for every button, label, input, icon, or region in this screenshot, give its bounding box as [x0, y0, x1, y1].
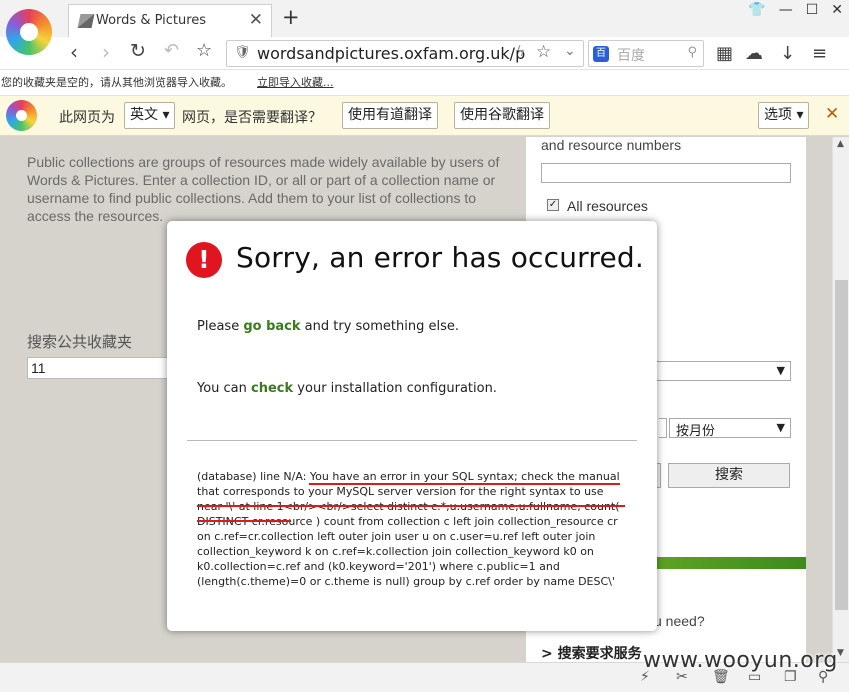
scroll-up-icon[interactable]: ▲: [837, 139, 844, 149]
favorite-star-icon[interactable]: ☆: [196, 40, 212, 61]
skin-icon[interactable]: 👕: [748, 2, 765, 18]
error-dialog: ! Sorry, an error has occurred. Please g…: [167, 221, 657, 631]
tab-title: Words & Pictures: [96, 13, 207, 28]
language-select[interactable]: 英文 ▾: [124, 102, 176, 129]
search-request-service-link[interactable]: > 搜索要求服务: [541, 643, 642, 662]
check-link[interactable]: check: [251, 381, 293, 396]
check-config-message: You can check your installation configur…: [197, 381, 497, 396]
browser-tab[interactable]: Words & Pictures ✕: [68, 4, 272, 37]
month-select[interactable]: 按月份 ▼: [669, 418, 791, 439]
annotation-underline: [197, 505, 625, 507]
all-resources-checkbox[interactable]: ✓: [547, 199, 559, 211]
bookmarks-bar: 您的收藏夹是空的，请从其他浏览器导入收藏。 立即导入收藏...: [0, 70, 849, 96]
chevron-down-icon: ▼: [776, 364, 785, 377]
go-back-link[interactable]: go back: [243, 319, 300, 334]
month-select-value: 按月份: [676, 424, 716, 439]
search-button[interactable]: 搜索: [668, 463, 790, 488]
search-box[interactable]: 百 百度 ⚲: [588, 40, 704, 67]
reload-icon[interactable]: ↻: [130, 40, 146, 62]
address-bar[interactable]: 🛡 wordsandpictures.oxfam.org.uk/p ϟ ☆ ⌄: [226, 40, 584, 67]
search-icon[interactable]: ⚲: [687, 45, 697, 60]
forward-icon[interactable]: ›: [102, 40, 110, 64]
collection-search-input[interactable]: 11: [27, 357, 172, 379]
year-select[interactable]: [659, 418, 667, 438]
youdao-translate-button[interactable]: 使用有道翻译: [342, 102, 438, 129]
watermark: www.wooyun.org: [643, 648, 838, 673]
close-window-icon[interactable]: ✕: [831, 2, 843, 18]
undo-close-icon[interactable]: ↶: [164, 40, 179, 61]
help-question-text: u need?: [654, 613, 705, 629]
annotation-underline: [309, 483, 620, 485]
cloud-icon[interactable]: ☁: [745, 43, 763, 64]
translate-prefix: 此网页为: [59, 110, 115, 126]
go-back-message: Please go back and try something else.: [197, 319, 459, 334]
resource-numbers-label: and resource numbers: [541, 137, 682, 153]
error-icon: !: [186, 242, 222, 278]
apps-grid-icon[interactable]: ▦: [716, 43, 733, 64]
new-tab-button[interactable]: +: [282, 5, 300, 29]
baidu-icon[interactable]: 百: [593, 46, 609, 62]
site-favicon-icon: [77, 14, 95, 28]
fast-mode-icon[interactable]: ϟ: [516, 44, 525, 60]
google-translate-button[interactable]: 使用谷歌翻译: [454, 102, 550, 129]
resource-number-input[interactable]: [541, 163, 791, 183]
chevron-down-icon: ▼: [776, 421, 785, 434]
intro-text: Public collections are groups of resourc…: [27, 154, 500, 224]
navigation-bar: ‹ › ↻ ↶ ☆ 🛡 wordsandpictures.oxfam.org.u…: [0, 37, 849, 70]
filter-select[interactable]: ▼: [656, 361, 791, 381]
download-icon[interactable]: ↓: [780, 43, 795, 64]
options-button[interactable]: 选项 ▾: [758, 102, 810, 129]
translate-bar: 此网页为 英文 ▾ 网页，是否需要翻译？ 使用有道翻译 使用谷歌翻译 选项 ▾ …: [0, 96, 849, 136]
browser-logo[interactable]: [6, 9, 52, 55]
divider: [187, 440, 637, 441]
page-scrollbar[interactable]: ▲ ▼: [832, 137, 849, 662]
translate-question: 网页，是否需要翻译？: [182, 110, 322, 126]
all-resources-label: All resources: [567, 198, 648, 214]
import-bookmarks-link[interactable]: 立即导入收藏...: [257, 74, 334, 90]
search-public-collections-label: 搜索公共收藏夹: [27, 333, 133, 351]
minimize-icon[interactable]: —: [779, 2, 793, 18]
window-controls: 👕 — ☐ ✕: [748, 2, 843, 18]
scroll-down-icon[interactable]: ▼: [837, 648, 844, 658]
address-dropdown-icon[interactable]: ⌄: [564, 43, 576, 59]
bookmarks-empty-text: 您的收藏夹是空的，请从其他浏览器导入收藏。: [1, 76, 232, 89]
annotation-underline: [197, 520, 291, 522]
back-icon[interactable]: ‹: [70, 40, 78, 64]
close-translate-icon[interactable]: ✕: [825, 104, 839, 124]
menu-icon[interactable]: ≡: [812, 43, 827, 64]
bookmark-star-icon[interactable]: ☆: [536, 42, 551, 62]
security-shield-icon[interactable]: 🛡: [234, 45, 251, 60]
search-placeholder[interactable]: 百度: [617, 45, 645, 65]
tab-bar: Words & Pictures ✕ + 👕 — ☐ ✕: [0, 0, 849, 37]
scroll-thumb[interactable]: [835, 280, 848, 610]
translate-logo-icon: [6, 100, 37, 131]
sql-error-text: (database) line N/A: You have an error i…: [197, 470, 620, 588]
close-tab-icon[interactable]: ✕: [249, 10, 263, 30]
error-title: Sorry, an error has occurred.: [236, 241, 644, 274]
maximize-icon[interactable]: ☐: [806, 2, 819, 18]
address-text[interactable]: wordsandpictures.oxfam.org.uk/p: [257, 44, 525, 63]
